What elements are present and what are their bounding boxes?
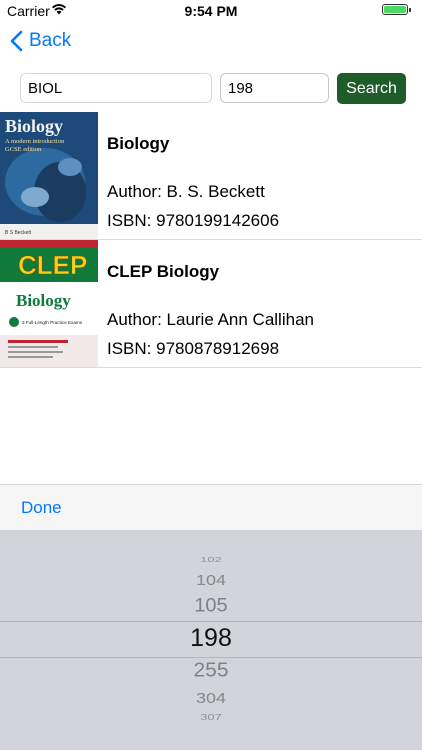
status-bar: Carrier 9:54 PM	[0, 0, 422, 22]
status-time: 9:54 PM	[184, 3, 238, 19]
picker-option[interactable]: 104	[0, 572, 422, 589]
svg-text:3 Full-Length Practice Exams: 3 Full-Length Practice Exams	[22, 320, 83, 325]
svg-text:GCSE edition: GCSE edition	[5, 146, 42, 153]
chevron-left-icon	[10, 30, 23, 52]
svg-text:A modern introduction: A modern introduction	[5, 138, 65, 145]
results-list: Biology A modern introduction GCSE editi…	[0, 112, 422, 368]
picker-selected-option[interactable]: 198	[0, 624, 422, 653]
picker-toolbar: Done	[0, 484, 422, 530]
picker-option[interactable]: 307	[0, 713, 422, 722]
svg-text:Biology: Biology	[16, 291, 71, 310]
navigation-bar: Back	[0, 22, 422, 66]
course-number-picker[interactable]: 102 104 105 198 255 304 307	[0, 530, 422, 750]
picker-option[interactable]: 304	[0, 690, 422, 707]
done-button[interactable]: Done	[21, 498, 62, 518]
picker-option[interactable]: 255	[0, 660, 422, 683]
book-title: CLEP Biology	[107, 262, 220, 281]
book-isbn: ISBN: 9780199142606	[107, 211, 280, 230]
svg-text:Biology: Biology	[5, 116, 63, 136]
list-item[interactable]: CLEP Biology 3 Full-Length Practice Exam…	[0, 240, 422, 368]
book-isbn: ISBN: 9780878912698	[107, 339, 280, 358]
search-bar: Search	[0, 66, 422, 112]
book-cover-image: Biology A modern introduction GCSE editi…	[0, 112, 98, 239]
department-input[interactable]	[20, 73, 212, 103]
book-title: Biology	[107, 134, 170, 153]
course-number-input[interactable]	[220, 73, 329, 103]
svg-text:CLEP: CLEP	[18, 250, 87, 280]
back-button[interactable]: Back	[10, 30, 71, 52]
book-cover-image: CLEP Biology 3 Full-Length Practice Exam…	[0, 240, 98, 367]
book-author: Author: Laurie Ann Callihan	[107, 310, 314, 329]
svg-text:B S Beckett: B S Beckett	[5, 230, 32, 236]
list-item[interactable]: Biology A modern introduction GCSE editi…	[0, 112, 422, 240]
back-button-label: Back	[29, 30, 72, 51]
battery-icon	[382, 4, 414, 17]
book-author: Author: B. S. Beckett	[107, 182, 265, 201]
search-button[interactable]: Search	[337, 73, 406, 104]
picker-option[interactable]: 105	[0, 596, 422, 618]
picker-option[interactable]: 102	[0, 555, 422, 563]
